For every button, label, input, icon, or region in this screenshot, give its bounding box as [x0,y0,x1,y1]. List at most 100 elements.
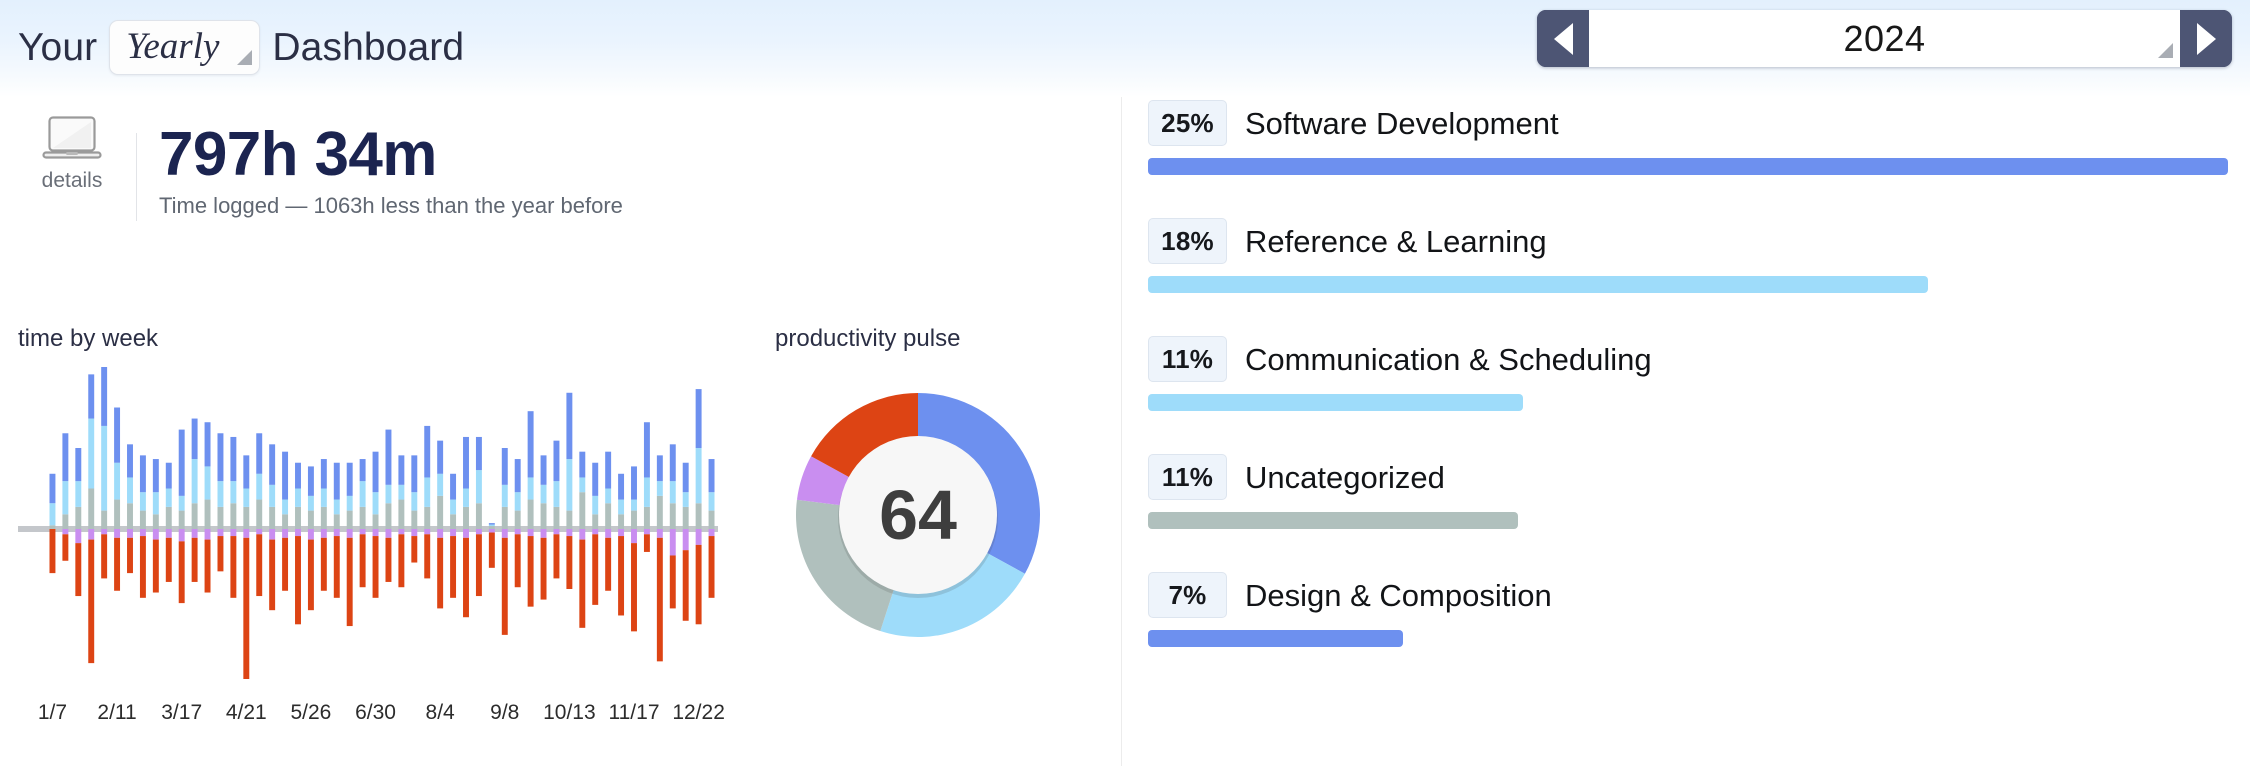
weekly-bar-segment-very_productive [682,462,689,493]
category-row[interactable]: 11% Uncategorized [1148,454,2233,529]
category-row[interactable]: 11% Communication & Scheduling [1148,336,2233,411]
axis-tick-label: 9/8 [490,701,520,724]
pulse-chart-label: productivity pulse [775,325,961,352]
category-percent-badge[interactable]: 11% [1148,336,1227,382]
category-percent-badge[interactable]: 7% [1148,572,1227,618]
category-percent-badge[interactable]: 25% [1148,100,1227,146]
year-dropdown[interactable]: 2024 [1589,10,2180,67]
axis-tick-label: 4/21 [225,701,267,724]
weekly-bar-segment-neutral [307,510,314,529]
weekly-bar-segment-very_productive [618,473,625,500]
weekly-bar-segment-distracting [346,537,353,627]
weekly-bar-segment-distracting [372,536,379,598]
weekly-bar-segment-distracting [631,543,637,632]
weekly-chart-axis: 1/7 2/11 3/17 4/21 5/26 6/30 8/4 9/8 10/13 11/17 1… [18,702,730,736]
weekly-bar-segment-distracting [101,534,108,579]
weekly-bar-segment-very_distracting [514,529,521,535]
weekly-bar-segment-productive [152,492,159,515]
weekly-bar-segment-productive [398,484,405,500]
weekly-bar-segment-distracting [165,537,172,582]
weekly-bar-segment-neutral [398,499,405,529]
weekly-bar-segment-distracting [695,544,702,625]
weekly-bar-segment-neutral [488,526,495,529]
weekly-bar-segment-productive [269,484,276,507]
weekly-bar-segment-neutral [527,499,534,529]
weekly-bar-segment-neutral [656,495,663,529]
weekly-bar-segment-productive [320,488,327,507]
category-header: 25% Software Development [1148,100,2233,146]
category-name: Reference & Learning [1245,223,1547,259]
details-button[interactable]: details [18,115,126,191]
weekly-bar-segment-productive [695,448,702,504]
weekly-bar-segment-very_distracting [643,529,650,535]
weekly-bar-segment-productive [540,484,547,504]
weekly-bar-segment-neutral [605,503,612,529]
scope-dropdown[interactable]: Yearly [109,19,261,75]
axis-tick-label: 5/26 [290,701,332,724]
weekly-bar-segment-very_distracting [282,529,289,538]
weekly-bar-segment-neutral [333,514,340,529]
laptop-icon [42,116,102,159]
category-row[interactable]: 25% Software Development [1148,100,2233,175]
weekly-bar-segment-distracting [178,541,185,604]
weekly-bar-segment-very_productive [230,436,237,482]
page-header: Your Yearly Dashboard 2024 [0,0,2250,97]
weekly-bar-segment-neutral [191,503,198,529]
weekly-bar-segment-neutral [256,499,263,529]
category-bar-track [1148,630,2228,647]
category-row[interactable]: 7% Design & Composition [1148,572,2233,647]
category-bar-fill [1148,158,2228,175]
weekly-bar-segment-neutral [88,488,95,529]
weekly-bar-segment-productive [514,492,521,511]
weekly-bar-segment-productive [359,481,366,507]
axis-tick-label: 11/17 [608,701,660,724]
weekly-bar-segment-very_distracting [656,529,663,538]
weekly-bar-segment-productive [333,499,340,515]
weekly-bar-segment-very_productive [320,459,327,489]
weekly-bar-segment-very_productive [295,462,301,489]
time-by-week-chart[interactable] [18,359,730,699]
weekly-bar-segment-productive [501,484,508,507]
weekly-bar-segment-very_distracting [631,529,637,544]
weekly-bar-segment-neutral [152,514,159,529]
weekly-bar-segment-distracting [269,539,276,611]
weekly-bar-segment-productive [127,477,133,504]
weekly-bar-segment-very_distracting [372,529,379,537]
chevron-down-icon [2158,43,2173,58]
weekly-bar-segment-distracting [605,537,612,591]
left-panel: details 797h 34m Time logged — 1063h les… [0,97,1122,766]
next-year-button[interactable] [2180,10,2232,67]
weekly-bar-segment-neutral [682,506,689,529]
weekly-bar-segment-very_distracting [553,529,560,535]
weekly-bar-segment-distracting [450,536,457,598]
category-percent-badge[interactable]: 11% [1148,454,1227,500]
weekly-bar-segment-very_distracting [488,529,495,533]
weekly-bar-segment-very_distracting [385,529,392,538]
weekly-bar-segment-very_distracting [450,529,457,537]
weekly-bar-segment-very_productive [411,455,418,493]
weekly-bar-segment-distracting [88,539,95,664]
panel-divider [1121,97,1122,766]
weekly-bar-segment-distracting [217,536,224,572]
weekly-bar-segment-productive [372,492,379,515]
weekly-bar-segment-very_productive [527,411,534,478]
weekly-bar-segment-very_productive [114,407,121,463]
weekly-bar-segment-very_productive [127,444,133,478]
productivity-pulse-chart[interactable]: 64 [768,365,1068,665]
axis-tick-label: 12/22 [672,701,725,724]
weekly-bar-segment-distracting [488,532,495,568]
weekly-bar-segment-productive [204,466,211,500]
category-percent-badge[interactable]: 18% [1148,218,1227,264]
weekly-bar-segment-very_productive [631,466,637,500]
weekly-bar-segment-very_distracting [592,529,599,535]
weekly-bar-segment-productive [708,492,715,511]
weekly-bar-segment-distracting [204,539,211,593]
weekly-bar-segment-distracting [463,537,469,618]
category-row[interactable]: 18% Reference & Learning [1148,218,2233,293]
summary-text: 797h 34m Time logged — 1063h less than t… [159,115,623,217]
axis-tick-label: 3/17 [161,701,203,724]
weekly-bar-segment-very_distracting [88,529,95,540]
previous-year-button[interactable] [1537,10,1589,67]
year-value: 2024 [1843,17,1926,59]
weekly-bar-segment-productive [256,473,263,500]
